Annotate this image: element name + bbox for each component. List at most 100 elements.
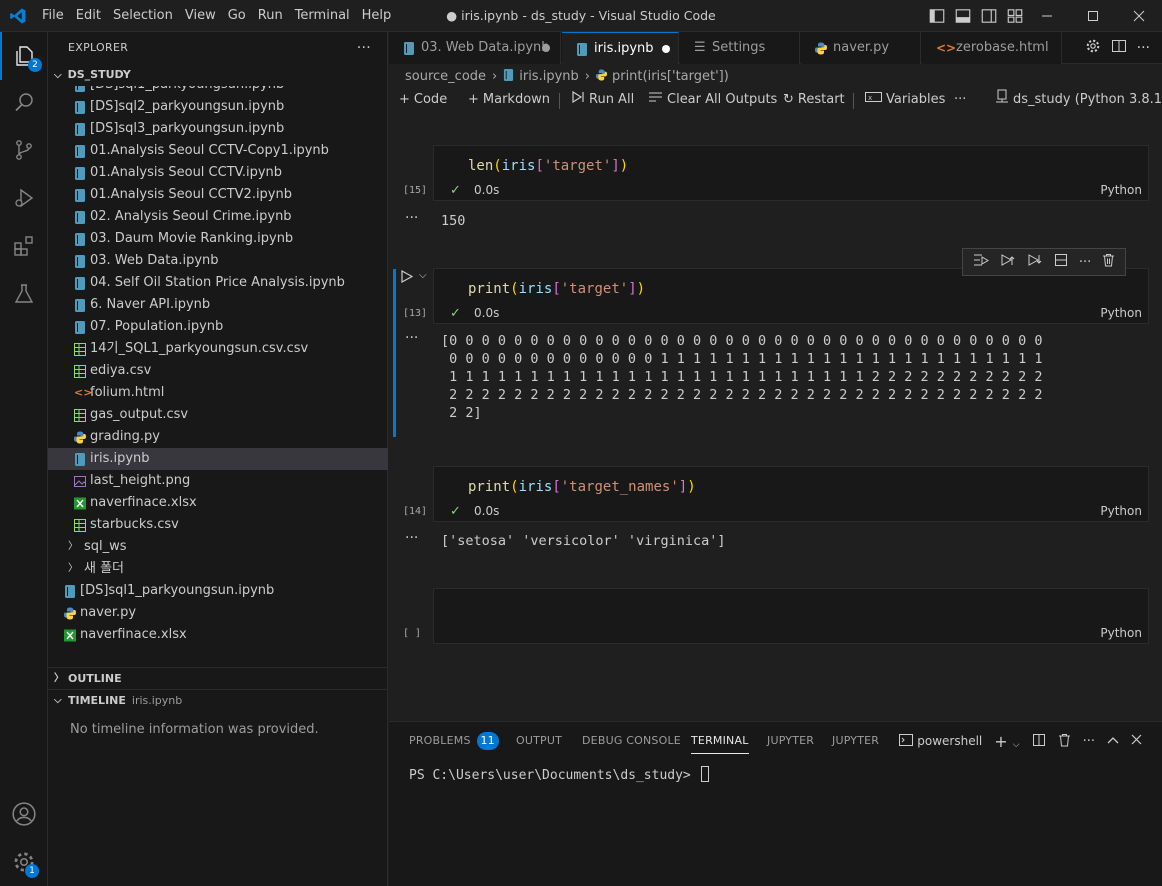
tree-file[interactable]: 03. Daum Movie Ranking.ipynb — [48, 228, 388, 250]
unsaved-dot-icon[interactable] — [662, 45, 670, 53]
explorer-icon[interactable]: 2 — [0, 32, 48, 80]
output-menu-icon[interactable]: ··· — [405, 330, 418, 346]
testing-flask-icon[interactable] — [0, 270, 48, 318]
code-cell[interactable]: len(iris['target']) ✓ 0.0s Python — [433, 145, 1149, 201]
menu-selection[interactable]: Selection — [107, 0, 179, 32]
run-options-chevron-icon[interactable]: ⌵ — [419, 270, 427, 281]
maximize-panel-chevron-up-icon[interactable] — [1107, 734, 1119, 748]
minimize-icon[interactable] — [1024, 0, 1070, 32]
tree-file[interactable]: <> folium.html — [48, 382, 388, 404]
code-cell-selected[interactable]: print(iris['target']) ✓ 0.0s Python — [433, 268, 1149, 324]
toggle-panel-icon[interactable] — [954, 7, 972, 25]
tree-file[interactable]: 04. Self Oil Station Price Analysis.ipyn… — [48, 272, 388, 294]
split-cell-icon[interactable] — [1054, 253, 1068, 271]
account-icon[interactable] — [0, 790, 48, 838]
output-menu-icon[interactable]: ··· — [405, 210, 418, 226]
empty-code-cell[interactable]: Python — [433, 588, 1149, 644]
tree-file[interactable]: naver.py — [48, 602, 388, 624]
menu-view[interactable]: View — [179, 0, 222, 32]
terminal-shell-selector[interactable]: powershell — [899, 734, 982, 748]
tree-file[interactable]: iris.ipynb — [48, 448, 388, 470]
menu-help[interactable]: Help — [356, 0, 398, 32]
tab-output[interactable]: OUTPUT — [516, 722, 562, 760]
menu-run[interactable]: Run — [252, 0, 289, 32]
execute-above-cells-icon[interactable] — [1000, 253, 1016, 271]
tree-file[interactable]: [DS]sql1_parkyoungsun.ipynb — [48, 580, 388, 602]
cell-source[interactable]: print(iris['target']) — [468, 281, 645, 297]
customize-layout-icon[interactable] — [1006, 7, 1024, 25]
breadcrumb-file[interactable]: iris.ipynb — [519, 69, 579, 84]
source-control-icon[interactable] — [0, 126, 48, 174]
split-terminal-icon[interactable] — [1032, 733, 1046, 750]
tree-file[interactable]: 07. Population.ipynb — [48, 316, 388, 338]
tree-folder[interactable]: 〉 sql_ws — [48, 536, 388, 558]
search-icon[interactable] — [0, 78, 48, 126]
notebook-settings-gear-icon[interactable] — [1085, 38, 1101, 58]
tab-problems[interactable]: PROBLEMS 11 — [409, 722, 499, 760]
tab-iris[interactable]: iris.ipynb — [562, 32, 679, 64]
run-above-icon[interactable] — [973, 253, 989, 271]
tree-file[interactable]: grading.py — [48, 426, 388, 448]
add-markdown-cell-button[interactable]: + Markdown — [468, 88, 550, 112]
cell-source[interactable]: len(iris['target']) — [468, 158, 628, 174]
tree-file[interactable]: starbucks.csv — [48, 514, 388, 536]
tree-file[interactable]: ediya.csv — [48, 360, 388, 382]
close-icon[interactable] — [1116, 0, 1162, 32]
run-all-button[interactable]: Run All — [572, 88, 634, 112]
tree-file[interactable]: 01.Analysis Seoul CCTV.ipynb — [48, 162, 388, 184]
split-editor-icon[interactable] — [1111, 38, 1127, 58]
menu-edit[interactable]: Edit — [70, 0, 107, 32]
tree-folder[interactable]: 〉 새 폴더 — [48, 558, 388, 580]
tab-debug-console[interactable]: DEBUG CONSOLE — [582, 722, 681, 760]
folder-section-header[interactable]: ⌵ DS_STUDY — [48, 64, 387, 86]
run-and-debug-icon[interactable] — [0, 174, 48, 222]
tree-file[interactable]: 03. Web Data.ipynb — [48, 250, 388, 272]
new-terminal-plus-icon[interactable]: + ⌵ — [994, 732, 1019, 751]
cell-language[interactable]: Python — [1100, 504, 1142, 518]
tab-web-data[interactable]: 03. Web Data.ipynb — [389, 32, 561, 64]
tree-file[interactable]: 14기_SQL1_parkyoungsun.csv.csv — [48, 338, 388, 360]
tree-file[interactable]: [DS]sql3_parkyoungsun.ipynb — [48, 118, 388, 140]
tab-settings[interactable]: ☰ Settings — [680, 32, 800, 64]
tree-file[interactable]: [DS]sql2_parkyoungsun.ipynb — [48, 96, 388, 118]
tab-terminal[interactable]: TERMINAL — [691, 722, 749, 760]
tree-file[interactable]: last_height.png — [48, 470, 388, 492]
execute-below-cells-icon[interactable] — [1027, 253, 1043, 271]
more-actions-icon[interactable]: ··· — [1137, 40, 1150, 56]
tab-jupyter-2[interactable]: JUPYTER — [832, 722, 879, 760]
clear-all-outputs-button[interactable]: Clear All Outputs — [648, 88, 777, 112]
tree-file[interactable]: naverfinace.xlsx — [48, 624, 388, 646]
tab-zerobase-html[interactable]: <> zerobase.html — [922, 32, 1062, 64]
run-cell-icon[interactable] — [401, 269, 414, 287]
restart-kernel-button[interactable]: ↻ Restart — [783, 88, 845, 112]
tree-file[interactable]: 02. Analysis Seoul Crime.ipynb — [48, 206, 388, 228]
tree-file[interactable]: naverfinace.xlsx — [48, 492, 388, 514]
explorer-more-icon[interactable]: ··· — [357, 32, 371, 64]
tree-file[interactable]: [DS]sql1_parkyoungsun.ipynb — [48, 86, 388, 96]
toggle-secondary-sidebar-icon[interactable] — [980, 7, 998, 25]
breadcrumb-folder[interactable]: source_code — [405, 69, 486, 84]
menu-terminal[interactable]: Terminal — [289, 0, 356, 32]
tab-naver-py[interactable]: naver.py — [801, 32, 921, 64]
close-panel-icon[interactable] — [1131, 734, 1142, 748]
cell-language[interactable]: Python — [1100, 626, 1142, 640]
tree-file[interactable]: 01.Analysis Seoul CCTV-Copy1.ipynb — [48, 140, 388, 162]
breadcrumb-cell[interactable]: print(iris['target']) — [612, 69, 729, 84]
unsaved-dot-icon[interactable] — [542, 44, 550, 52]
cell-source[interactable]: print(iris['target_names']) — [468, 479, 696, 495]
kill-terminal-trash-icon[interactable] — [1058, 733, 1071, 750]
output-menu-icon[interactable]: ··· — [405, 530, 418, 546]
cell-more-icon[interactable]: ··· — [1079, 255, 1091, 270]
add-code-cell-button[interactable]: + Code — [399, 88, 447, 112]
tree-file[interactable]: 01.Analysis Seoul CCTV2.ipynb — [48, 184, 388, 206]
extensions-icon[interactable] — [0, 222, 48, 270]
menu-file[interactable]: File — [36, 0, 70, 32]
toggle-primary-sidebar-icon[interactable] — [928, 7, 946, 25]
cell-language[interactable]: Python — [1100, 183, 1142, 197]
outline-section[interactable]: 〉 OUTLINE — [48, 667, 388, 689]
tab-jupyter[interactable]: JUPYTER — [767, 722, 814, 760]
timeline-section[interactable]: ⌵ TIMELINE iris.ipynb — [48, 689, 388, 711]
menu-go[interactable]: Go — [222, 0, 252, 32]
tree-file[interactable]: 6. Naver API.ipynb — [48, 294, 388, 316]
toolbar-more-icon[interactable]: ··· — [954, 88, 966, 112]
